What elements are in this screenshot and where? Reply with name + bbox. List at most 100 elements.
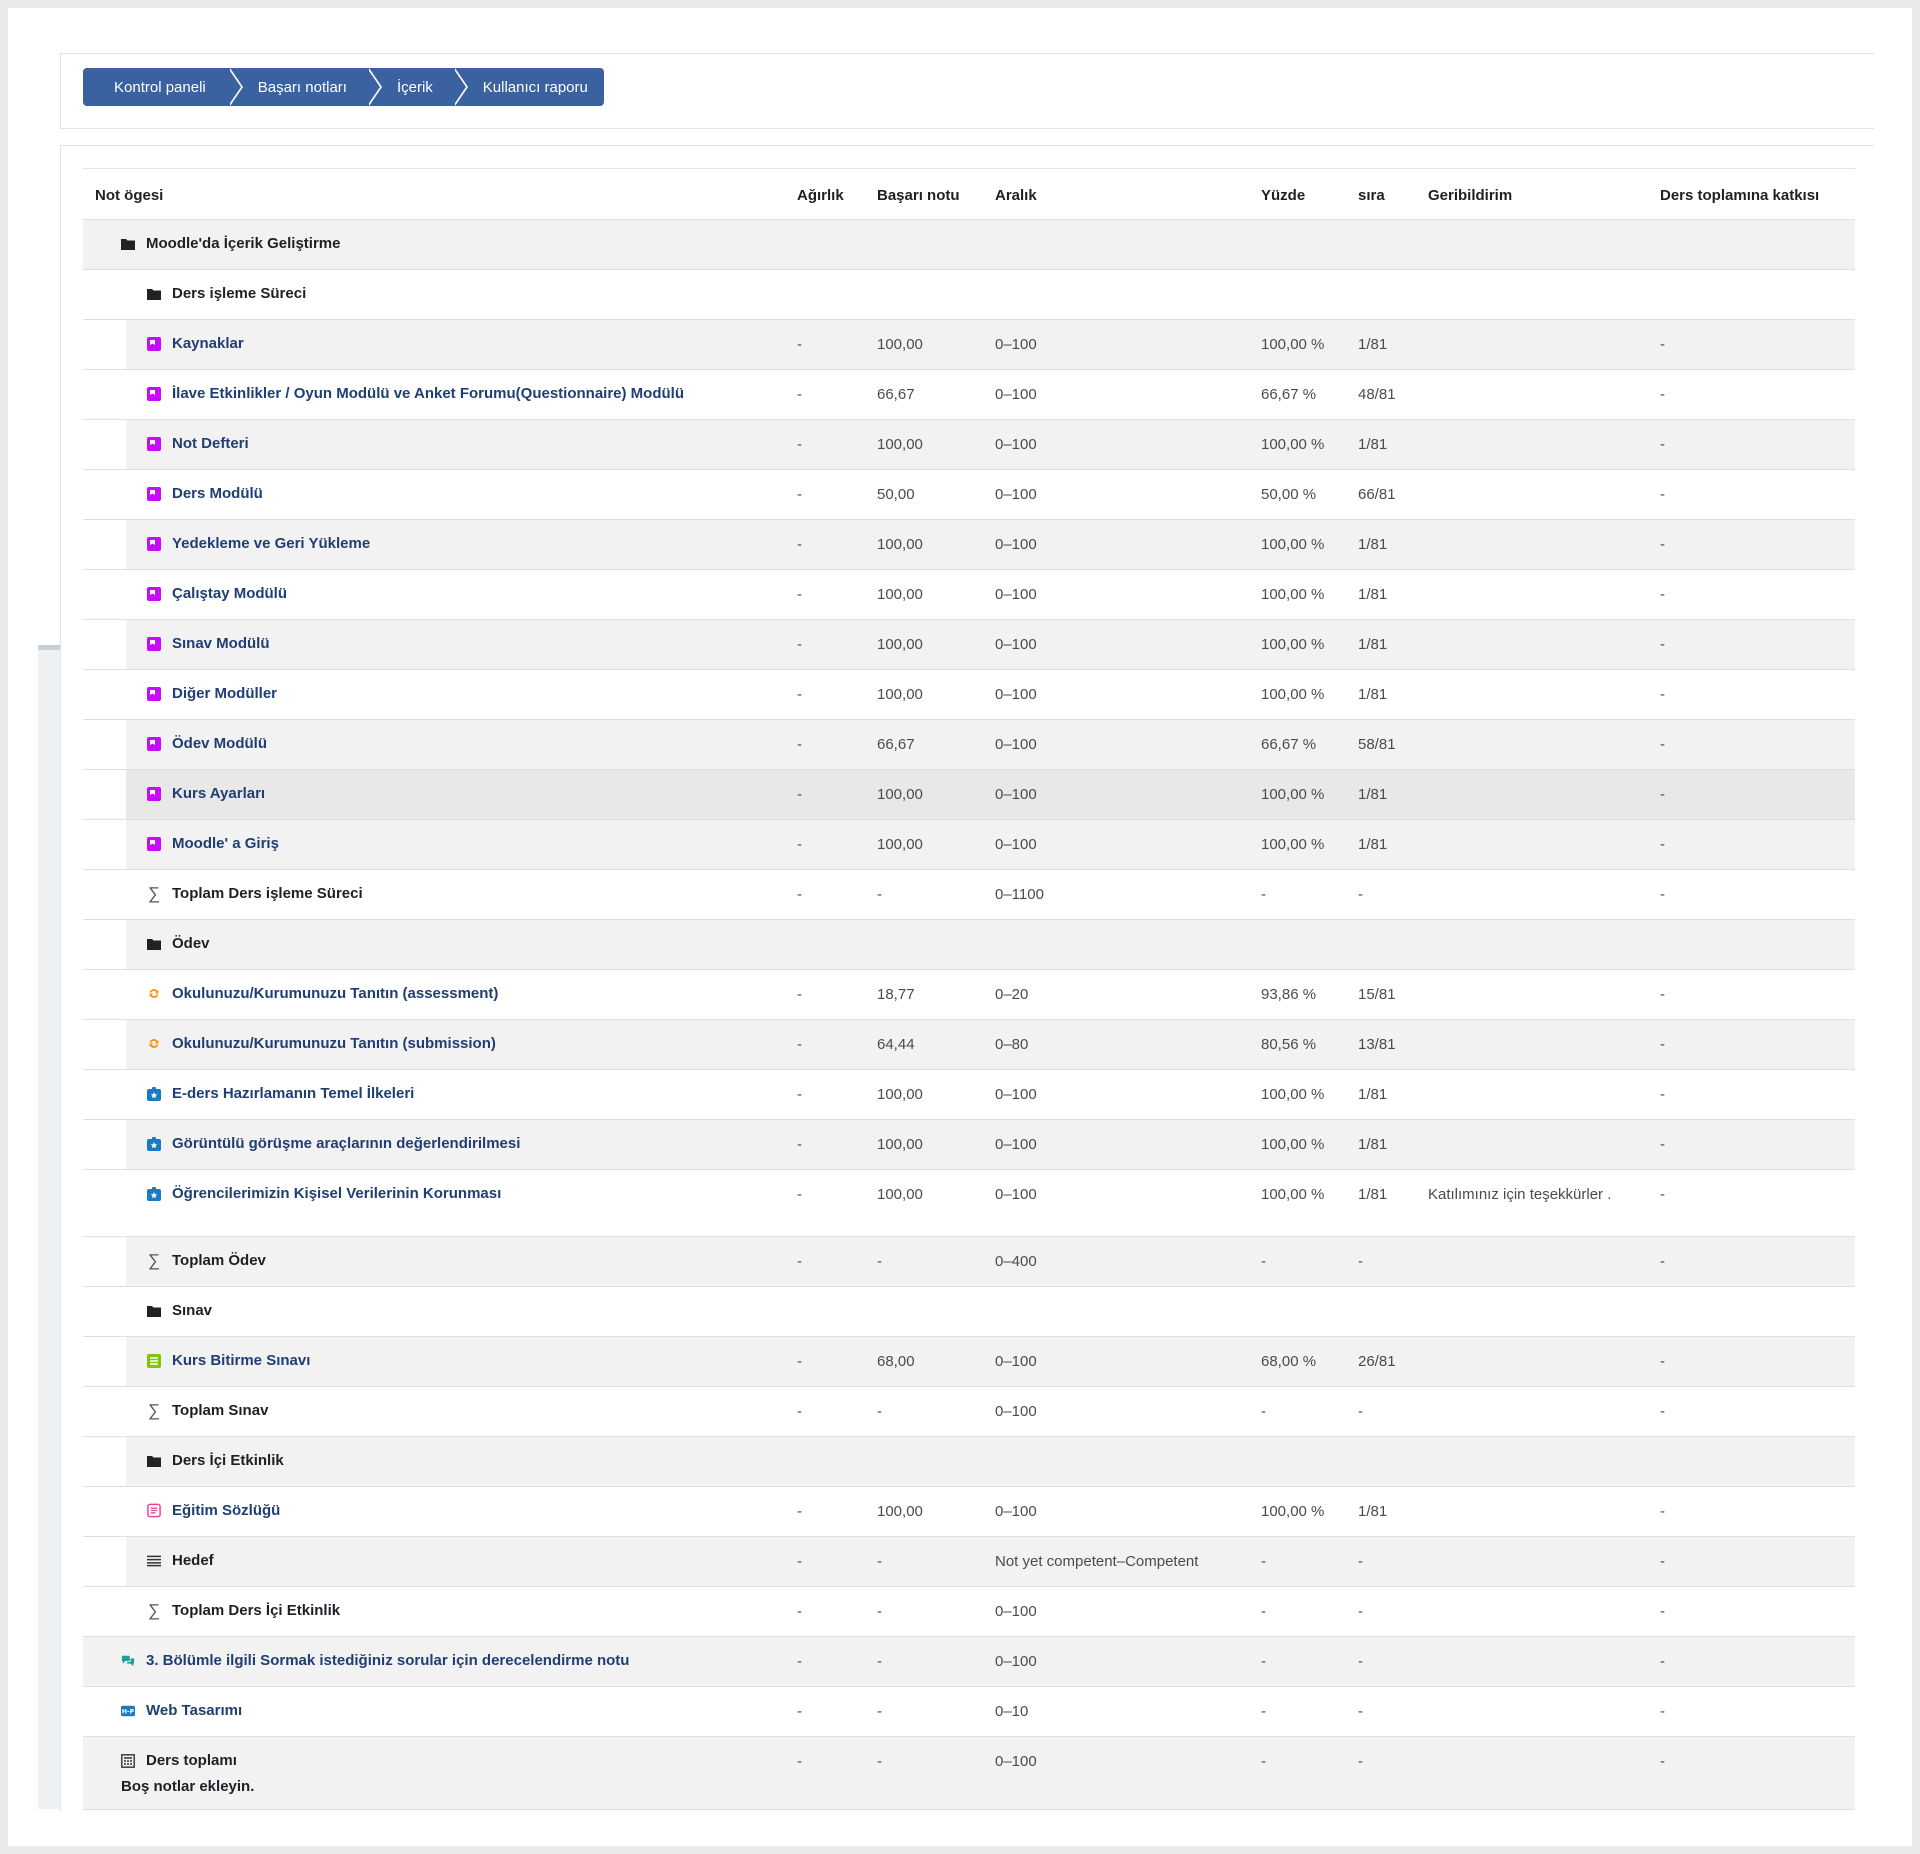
total-row: ∑ Toplam Sınav - - 0–100 - - - [83,1387,1855,1437]
grade-item-name[interactable]: Yedekleme ve Geri Yükleme [147,535,370,552]
grade-item-name[interactable]: H-P Web Tasarımı [121,1702,242,1719]
grade-item-name[interactable]: Moodle' a Giriş [147,835,279,852]
grade-item-name[interactable]: Kurs Bitirme Sınavı [147,1352,310,1369]
grade-item-name[interactable]: Kaynaklar [147,335,244,352]
cell-percent: - [1261,1553,1266,1570]
cell-contribution: - [1660,1136,1665,1153]
row-background [126,1437,1855,1486]
cell-range: 0–100 [995,1753,1037,1770]
grade-item-name: ∑ Toplam Ödev [147,1252,266,1270]
category-row: Ders İçi Etkinlik [83,1437,1855,1487]
breadcrumb-item-grades[interactable]: Başarı notları [227,68,383,106]
breadcrumb: Kontrol paneli Başarı notları İçerik Kul… [83,68,604,106]
category-row: Ödev [83,920,1855,970]
cell-weight: - [797,1253,802,1270]
grade-item-name: ∑ Toplam Ders işleme Süreci [147,885,363,903]
table-row: Görüntülü görüşme araçlarının değerlendi… [83,1120,1855,1170]
folder-icon [147,1454,161,1468]
item-label: Toplam Ödev [172,1252,266,1269]
breadcrumb-item-user-report[interactable]: Kullanıcı raporu [452,68,604,106]
cell-range: Not yet competent–Competent [995,1553,1199,1570]
table-row: Yedekleme ve Geri Yükleme - 100,00 0–100 100… [83,520,1855,570]
grade-item-name[interactable]: İlave Etkinlikler / Oyun Modülü ve Anket… [147,385,684,402]
cell-percent: 100,00 % [1261,786,1325,803]
grade-item-name[interactable]: Çalıştay Modülü [147,585,287,602]
cell-percent: - [1261,1753,1266,1770]
cell-rank: 58/81 [1358,736,1396,753]
cell-range: 0–20 [995,986,1029,1003]
grade-item-name[interactable]: 3. Bölümle ilgili Sormak istediğiniz sor… [121,1652,629,1669]
grade-item-name[interactable]: Öğrencilerimizin Kişisel Verilerinin Kor… [147,1185,501,1202]
row-background [126,470,1855,519]
row-background [83,1687,1855,1736]
row-background [126,1537,1855,1586]
workshop-icon [147,1037,161,1051]
cell-range: 0–100 [995,1086,1037,1103]
col-rank: sıra [1358,187,1385,204]
cell-contribution: - [1660,886,1665,903]
item-label: Kaynaklar [172,335,244,352]
assignment-icon [147,1186,161,1201]
cell-grade: - [877,1603,882,1620]
side-drawer-edge [38,645,60,1809]
cell-weight: - [797,786,802,803]
cell-weight: - [797,1036,802,1053]
col-feedback: Geribildirim [1428,187,1513,204]
grade-item-name[interactable]: Ders Modülü [147,485,263,502]
cell-rank: 13/81 [1358,1036,1396,1053]
grade-item-name: ∑ Toplam Sınav [147,1402,268,1420]
cell-rank: - [1358,1403,1363,1420]
cell-contribution: - [1660,1253,1665,1270]
cell-weight: - [797,1503,802,1520]
table-row: H-P Web Tasarımı - - 0–10 - - - [83,1687,1855,1737]
cell-range: 0–80 [995,1036,1029,1053]
cell-grade: 100,00 [877,836,923,853]
breadcrumb-item-dashboard[interactable]: Kontrol paneli [83,68,243,106]
cell-percent: 100,00 % [1261,1186,1325,1203]
grade-item-name[interactable]: E-ders Hazırlamanın Temel İlkeleri [147,1085,414,1102]
row-background [126,820,1855,869]
lesson-icon [147,686,161,701]
glossary-icon [147,1503,161,1518]
cell-contribution: - [1660,636,1665,653]
cell-percent: 50,00 % [1261,486,1317,503]
cell-range: 0–100 [995,736,1037,753]
cell-percent: 100,00 % [1261,1136,1325,1153]
lesson-icon [147,786,161,801]
table-row: Hedef - - Not yet competent–Competent - - - [83,1537,1855,1587]
cell-contribution: - [1660,436,1665,453]
table-row: Okulunuzu/Kurumunuzu Tanıtın (submission… [83,1020,1855,1070]
grade-item-name[interactable]: Not Defteri [147,435,249,452]
cell-percent: 100,00 % [1261,1503,1325,1520]
cell-contribution: - [1660,1503,1665,1520]
grade-item-name[interactable]: Eğitim Sözlüğü [147,1502,280,1519]
cell-weight: - [797,1603,802,1620]
cell-contribution: - [1660,536,1665,553]
row-background [126,1170,1855,1236]
grade-item-name[interactable]: Okulunuzu/Kurumunuzu Tanıtın (assessment… [147,985,498,1002]
cell-grade: 100,00 [877,686,923,703]
item-label: E-ders Hazırlamanın Temel İlkeleri [172,1085,415,1102]
cell-percent: 80,56 % [1261,1036,1317,1053]
cell-weight: - [797,636,802,653]
cell-weight: - [797,336,802,353]
table-row: Kaynaklar - 100,00 0–100 100,00 % 1/81 - [83,320,1855,370]
item-label: Sınav [172,1302,213,1319]
item-label: Eğitim Sözlüğü [172,1502,281,1519]
cell-contribution: - [1660,1653,1665,1670]
grade-item-name: Hedef [147,1552,214,1569]
grade-item-name[interactable]: Sınav Modülü [147,635,270,652]
grade-item-name[interactable]: Kurs Ayarları [147,785,265,802]
cell-contribution: - [1660,1086,1665,1103]
cell-weight: - [797,986,802,1003]
cell-grade: - [877,1703,882,1720]
cell-weight: - [797,1753,802,1770]
cell-contribution: - [1660,1603,1665,1620]
grade-item-name[interactable]: Diğer Modüller [147,685,277,702]
grade-item-name[interactable]: Ödev Modülü [147,735,267,752]
workshop-icon [147,987,161,1001]
row-background [126,420,1855,469]
grade-item-name[interactable]: Görüntülü görüşme araçlarının değerlendi… [147,1135,520,1152]
cell-rank: 15/81 [1358,986,1396,1003]
grade-item-name[interactable]: Okulunuzu/Kurumunuzu Tanıtın (submission… [147,1035,496,1052]
